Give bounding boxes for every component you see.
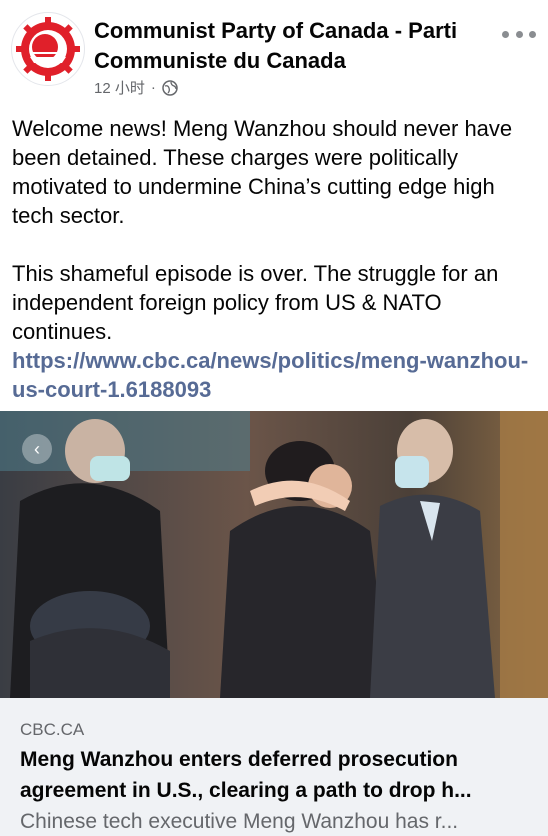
page-name-link[interactable]: Communist Party of Canada - Parti Commun… bbox=[94, 16, 504, 76]
page-avatar[interactable] bbox=[11, 12, 85, 86]
party-logo-icon bbox=[13, 14, 83, 84]
post-paragraph-2: This shameful episode is over. The strug… bbox=[12, 261, 499, 344]
post-body: Welcome news! Meng Wanzhou should never … bbox=[12, 114, 536, 404]
link-headline[interactable]: Meng Wanzhou enters deferred prosecution… bbox=[20, 744, 530, 806]
post-timestamp[interactable]: 12 小时 bbox=[94, 77, 145, 98]
dot-icon bbox=[502, 30, 509, 38]
chevron-left-icon: ‹ bbox=[34, 438, 40, 459]
link-preview-card[interactable]: CBC.CA Meng Wanzhou enters deferred pros… bbox=[0, 698, 548, 836]
carousel-prev-button[interactable]: ‹ bbox=[22, 434, 52, 464]
post-header: Communist Party of Canada - Parti Commun… bbox=[0, 0, 548, 104]
meta-separator: · bbox=[150, 79, 156, 96]
link-source-domain: CBC.CA bbox=[20, 720, 85, 739]
globe-icon bbox=[162, 79, 178, 96]
link-snippet: Chinese tech executive Meng Wanzhou has … bbox=[20, 810, 459, 833]
more-options-button[interactable] bbox=[502, 24, 536, 44]
post-meta: 12 小时 · bbox=[94, 77, 178, 98]
dot-icon bbox=[529, 30, 536, 38]
post-url-link[interactable]: https://www.cbc.ca/news/politics/meng-wa… bbox=[12, 346, 536, 404]
news-photo-image bbox=[0, 411, 548, 698]
link-preview-photo[interactable] bbox=[0, 411, 548, 698]
post-paragraph-1: Welcome news! Meng Wanzhou should never … bbox=[12, 116, 513, 228]
dot-icon bbox=[515, 30, 523, 38]
